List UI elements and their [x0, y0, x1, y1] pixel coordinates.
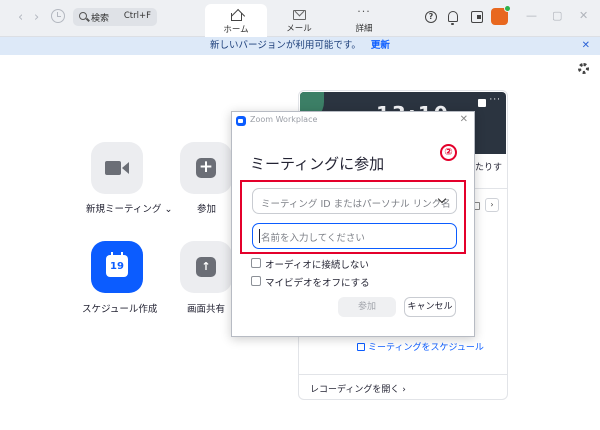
- search-icon: [79, 12, 87, 20]
- schedule-meeting-link[interactable]: ミーティングをスケジュール: [357, 340, 484, 353]
- tab-home-label: ホーム: [223, 25, 249, 35]
- dialog-window-title: Zoom Workplace: [250, 115, 318, 124]
- step-marker: ②: [440, 144, 457, 161]
- no-audio-label[interactable]: オーディオに接続しない: [265, 257, 369, 271]
- video-camera-icon: [105, 161, 129, 175]
- join-submit-button[interactable]: 参加: [338, 297, 396, 317]
- next-day-button[interactable]: ›: [485, 198, 499, 212]
- new-meeting-label[interactable]: 新規ミーティング ⌄: [86, 201, 172, 215]
- more-icon: ···: [357, 5, 371, 18]
- share-screen-label: 画面共有: [187, 304, 226, 315]
- calendar-icon: 19: [106, 252, 128, 277]
- home-icon: [230, 13, 242, 21]
- mail-icon: [292, 10, 306, 20]
- more-icon[interactable]: ···: [489, 95, 501, 105]
- window-layout-icon[interactable]: [471, 11, 483, 23]
- join-button[interactable]: +: [180, 142, 232, 194]
- minimize-button[interactable]: —: [526, 10, 537, 22]
- search-label: 検索: [91, 14, 110, 24]
- new-meeting-button[interactable]: [91, 142, 143, 194]
- close-window-button[interactable]: ✕: [579, 10, 588, 22]
- tab-home[interactable]: ホーム: [205, 4, 267, 37]
- update-notice-bar: 新しいバージョンが利用可能です。 更新 ✕: [0, 37, 600, 55]
- gear-icon[interactable]: [578, 63, 589, 74]
- zoom-logo-icon: [236, 116, 246, 126]
- dialog-heading: ミーティングに参加: [250, 155, 385, 173]
- share-screen-button[interactable]: ↑: [180, 241, 232, 293]
- join-label: 参加: [197, 204, 217, 215]
- divider: [299, 374, 507, 375]
- close-icon[interactable]: ✕: [582, 40, 590, 51]
- calendar-plus-icon: [357, 343, 365, 351]
- tab-mail-label: メール: [286, 24, 312, 34]
- tab-mail[interactable]: メール: [268, 4, 330, 37]
- plus-icon: +: [196, 158, 216, 178]
- search-shortcut: Ctrl+F: [123, 11, 151, 21]
- calendar-icon[interactable]: [478, 99, 486, 107]
- no-audio-checkbox[interactable]: [251, 258, 261, 268]
- schedule-meeting-label: ミーティングをスケジュール: [368, 343, 484, 353]
- cancel-button[interactable]: キャンセル: [404, 297, 456, 317]
- presence-dot: [504, 5, 511, 12]
- open-recordings-link[interactable]: レコーディングを開く ›: [310, 382, 406, 395]
- update-notice-text: 新しいバージョンが利用可能です。: [210, 40, 361, 51]
- tab-more[interactable]: ··· 詳細: [333, 4, 395, 37]
- history-icon[interactable]: [51, 9, 65, 23]
- help-icon[interactable]: ?: [425, 11, 437, 23]
- title-bar: ‹ › 検索 Ctrl+F ホーム メール ··· 詳細 ? — ▢ ✕: [0, 0, 600, 37]
- back-arrow-icon[interactable]: ‹: [18, 9, 23, 27]
- highlight-box: [240, 180, 466, 254]
- calendar-peek-text: たりす: [475, 163, 503, 173]
- maximize-button[interactable]: ▢: [552, 10, 562, 22]
- share-screen-icon: ↑: [196, 257, 216, 277]
- tab-more-label: 詳細: [355, 24, 373, 34]
- close-icon[interactable]: ✕: [460, 114, 468, 125]
- update-link[interactable]: 更新: [371, 40, 390, 51]
- schedule-button[interactable]: 19: [91, 241, 143, 293]
- video-off-label[interactable]: マイビデオをオフにする: [265, 275, 370, 289]
- video-off-checkbox[interactable]: [251, 276, 261, 286]
- search-box[interactable]: 検索 Ctrl+F: [73, 8, 157, 26]
- avatar[interactable]: [491, 5, 511, 25]
- schedule-label: スケジュール作成: [82, 304, 158, 315]
- forward-arrow-icon[interactable]: ›: [34, 9, 39, 27]
- bell-icon[interactable]: [448, 11, 458, 25]
